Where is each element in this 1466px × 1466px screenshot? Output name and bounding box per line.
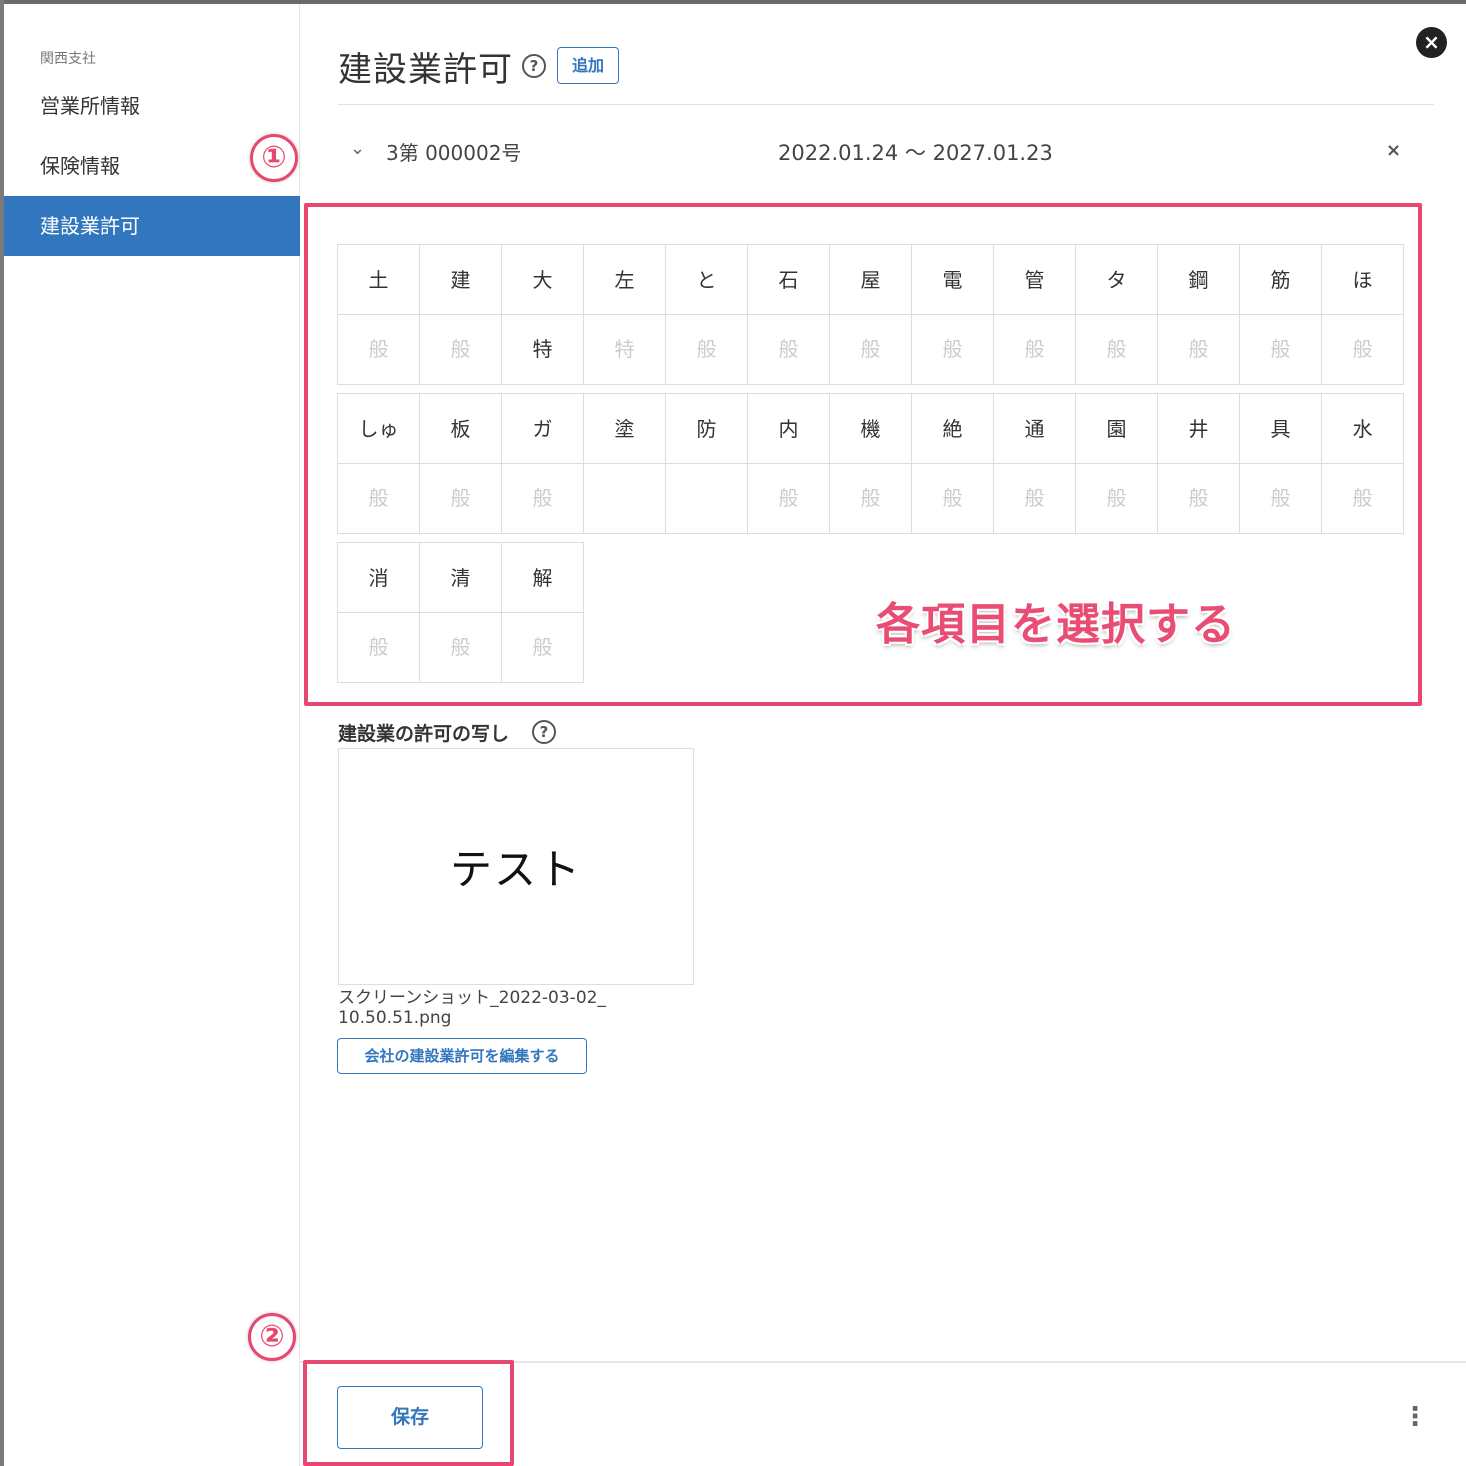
license-number: 3第 000002号 (386, 141, 522, 165)
sidebar-org-name: 関西支社 (40, 51, 96, 67)
header-divider (338, 104, 1434, 105)
highlight-box-grid (304, 203, 1422, 706)
remove-license-icon[interactable]: × (1386, 140, 1401, 161)
attachment-label: 建設業の許可の写し (338, 723, 510, 745)
annotation-marker-1: ① (250, 134, 298, 182)
sidebar-item-construction-license[interactable]: 建設業許可 (4, 196, 300, 256)
attachment-file-name: スクリーンショット_2022-03-02_10.50.51.png (338, 988, 606, 1028)
license-period: 2022.01.24 〜 2027.01.23 (778, 141, 1053, 165)
annotation-text: 各項目を選択する (876, 599, 1236, 650)
sidebar-item-office-info[interactable]: 営業所情報 (4, 76, 300, 136)
annotation-marker-2: ② (248, 1313, 296, 1361)
more-vertical-icon[interactable]: ⋮ (1402, 1402, 1428, 1432)
add-button[interactable]: 追加 (557, 47, 619, 84)
sidebar: 関西支社 営業所情報 保険情報 建設業許可 (4, 4, 300, 1466)
attachment-help-icon[interactable]: ? (532, 720, 556, 744)
thumbnail-text: テスト (449, 845, 582, 894)
chevron-down-icon[interactable]: ⌄ (350, 138, 365, 159)
close-icon[interactable]: × (1416, 27, 1447, 58)
highlight-box-save (303, 1360, 514, 1466)
edit-company-license-button[interactable]: 会社の建設業許可を編集する (337, 1038, 587, 1074)
page-title: 建設業許可 (338, 50, 513, 90)
help-icon[interactable]: ? (522, 54, 546, 78)
attachment-thumbnail[interactable]: テスト (338, 748, 694, 985)
